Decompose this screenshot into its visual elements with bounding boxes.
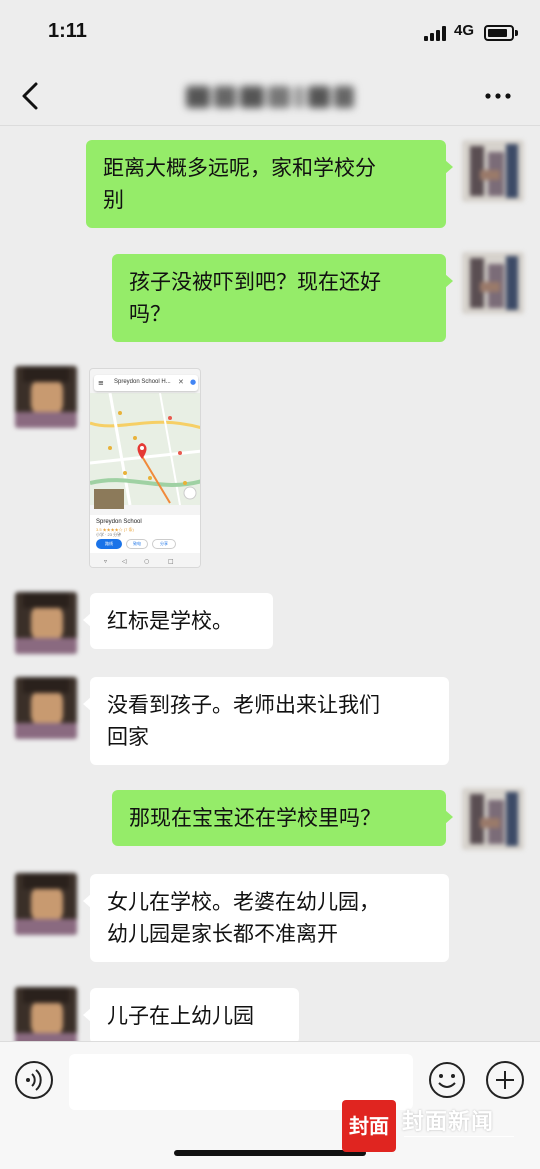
place-name: Spreydon School — [96, 519, 142, 525]
battery-icon — [484, 25, 514, 41]
more-dots-icon — [485, 93, 511, 99]
voice-icon — [26, 1069, 42, 1091]
plus-icon[interactable] — [486, 1061, 524, 1099]
share-button: 分享 — [152, 539, 176, 549]
message-bubble-self[interactable]: 那现在宝宝还在学校里吗？ — [112, 790, 453, 846]
message-text-line: 孩子没被吓到吧？现在还好 — [129, 270, 381, 294]
place-photo — [94, 489, 124, 509]
back-triangle-icon: ◁ — [122, 558, 127, 565]
status-time: 1:11 — [48, 20, 87, 42]
map-search-box: ≡ Spreydon School H... ✕ ● — [94, 375, 198, 391]
status-bar: 1:11 4G — [0, 0, 540, 66]
watermark-name: 封面新闻 — [402, 1109, 495, 1135]
message-text-line: 儿子在上幼儿园 — [107, 1004, 254, 1028]
more-button[interactable] — [482, 86, 514, 106]
message-text-line: 幼儿园是家长都不准离开 — [107, 922, 338, 946]
back-chevron-icon — [22, 82, 38, 110]
message-bubble-self[interactable]: 距离大概多远呢，家和学校分 别 — [86, 140, 453, 228]
image-message-map-screenshot[interactable]: ≡ Spreydon School H... ✕ ● Spreydon Scho… — [89, 368, 201, 568]
recent-square-icon: □ — [168, 558, 174, 565]
emoji-icon — [429, 1062, 465, 1098]
voice-button[interactable] — [15, 1061, 53, 1099]
chat-header — [0, 66, 540, 126]
back-button[interactable] — [14, 76, 50, 116]
message-text-line: 没看到孩子。老师出来让我们 — [107, 693, 380, 717]
signal-icon — [424, 26, 448, 41]
directions-button: 路线 — [96, 539, 122, 549]
mic-icon: ● — [190, 378, 197, 386]
contact-avatar[interactable] — [15, 677, 77, 739]
message-text-line: 女儿在学校。老婆在幼儿园， — [107, 890, 380, 914]
phone-nav-bar: ▿ ◁ ○ □ — [90, 555, 200, 567]
call-button: 致电 — [126, 539, 148, 549]
self-avatar[interactable] — [462, 788, 524, 850]
self-avatar[interactable] — [462, 252, 524, 314]
contact-avatar[interactable] — [15, 873, 77, 935]
message-text-line: 回家 — [107, 725, 149, 749]
message-bubble-contact[interactable]: 没看到孩子。老师出来让我们 回家 — [83, 677, 449, 765]
self-avatar[interactable] — [462, 140, 524, 202]
contact-avatar[interactable] — [15, 987, 77, 1049]
message-bubble-self[interactable]: 孩子没被吓到吧？现在还好 吗？ — [112, 254, 453, 342]
close-icon: ✕ — [178, 378, 184, 386]
watermark-underline — [404, 1136, 514, 1142]
home-indicator — [174, 1150, 366, 1156]
home-circle-icon: ○ — [144, 558, 150, 565]
contact-avatar[interactable] — [15, 592, 77, 654]
place-type: 小学 · 23 分钟 — [96, 532, 122, 537]
message-bubble-contact[interactable]: 红标是学校。 — [83, 593, 273, 649]
place-card: Spreydon School 3.5 ★★★★☆ (7 条) 小学 · 23 … — [90, 515, 200, 553]
message-bubble-contact[interactable]: 儿子在上幼儿园 — [83, 988, 299, 1044]
message-text-line: 别 — [103, 188, 124, 212]
network-type: 4G — [454, 22, 475, 39]
message-bubble-contact[interactable]: 女儿在学校。老婆在幼儿园， 幼儿园是家长都不准离开 — [83, 874, 449, 962]
menu-icon: ≡ — [98, 379, 104, 387]
watermark-logo: 封面 — [342, 1100, 396, 1152]
message-text-line: 红标是学校。 — [107, 609, 233, 633]
message-text-line: 吗？ — [129, 302, 171, 326]
map-search-text: Spreydon School H... — [114, 379, 171, 385]
message-text-line: 距离大概多远呢，家和学校分 — [103, 156, 376, 180]
contact-avatar[interactable] — [15, 366, 77, 428]
chat-title-blurred — [186, 86, 354, 108]
emoji-button[interactable] — [428, 1061, 466, 1099]
message-text-line: 那现在宝宝还在学校里吗？ — [129, 806, 381, 830]
